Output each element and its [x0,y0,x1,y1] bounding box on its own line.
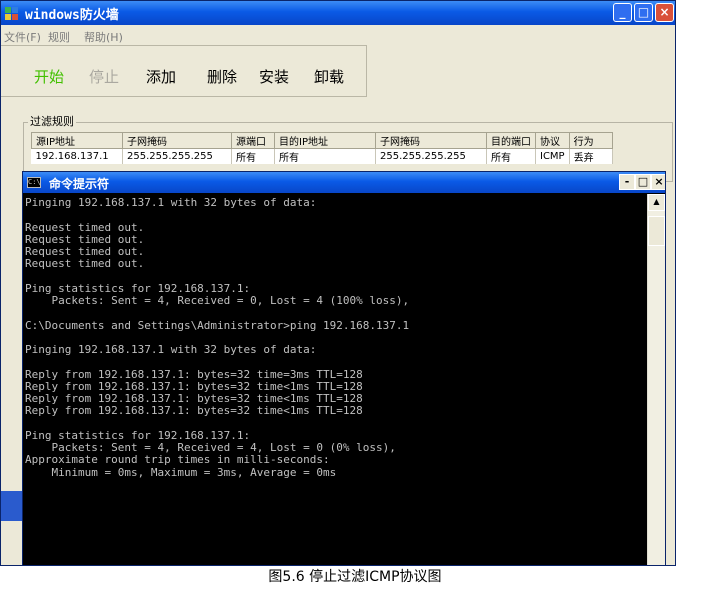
col-src-port[interactable]: 源端口 [231,132,275,149]
console-line: Pinging 192.168.137.1 with 32 bytes of d… [25,343,317,356]
menu-rules[interactable]: 规则 [48,29,70,45]
col-dst-port[interactable]: 目的端口 [486,132,536,149]
menu-bar: 文件(F) 规则 帮助(H) [1,26,675,45]
rules-group-label: 过滤规则 [28,113,76,129]
firewall-title: windows防火墙 [25,8,119,23]
cell-protocol: ICMP [535,148,570,164]
cell-action: 丢弃 [569,148,613,164]
console-line: Pinging 192.168.137.1 with 32 bytes of d… [25,196,317,209]
col-action[interactable]: 行为 [568,132,613,149]
vertical-scrollbar[interactable]: ▲ [647,194,665,565]
menu-help[interactable]: 帮助(H) [84,29,123,45]
col-dst-ip[interactable]: 目的IP地址 [274,132,376,149]
cell-dst-port: 所有 [486,148,536,164]
table-row[interactable]: 192.168.137.1 255.255.255.255 所有 所有 255.… [31,148,613,164]
menu-file[interactable]: 文件(F) [4,29,41,45]
stop-button[interactable]: 停止 [89,66,119,87]
col-src-mask[interactable]: 子网掩码 [122,132,232,149]
console-output[interactable]: Pinging 192.168.137.1 with 32 bytes of d… [25,196,645,479]
start-button[interactable]: 开始 [34,66,64,87]
console-line: Reply from 192.168.137.1: bytes=32 time=… [25,367,363,381]
console-line: Request timed out. [25,257,145,271]
toolbar: 开始 停止 添加 删除 安装 卸载 [1,45,367,97]
install-button[interactable]: 安装 [259,66,289,87]
firewall-app-icon [5,7,18,20]
background-window-fragment [1,491,23,521]
cell-src-mask: 255.255.255.255 [122,148,232,164]
cell-src-ip: 192.168.137.1 [31,148,123,164]
console-line: Minimum = 0ms, Maximum = 3ms, Average = … [25,465,337,479]
console-icon: C:\ [27,177,41,188]
maximize-button[interactable]: □ [634,3,653,22]
console-line: Approximate round trip times in milli-se… [25,453,330,467]
close-button[interactable]: × [655,3,674,22]
console-line: C:\Documents and Settings\Administrator>… [25,318,410,332]
cmd-close-button[interactable]: × [651,174,665,190]
scroll-thumb[interactable] [648,216,665,246]
console-line: Packets: Sent = 4, Received = 0, Lost = … [25,294,410,307]
cmd-window: C:\ 命令提示符 - □ × Pinging 192.168.137.1 wi… [22,171,666,566]
cmd-minimize-button[interactable]: - [619,174,635,190]
cell-dst-ip: 所有 [274,148,376,164]
minimize-button[interactable]: _ [613,3,632,22]
console-line: Reply from 192.168.137.1: bytes=32 time<… [25,404,363,418]
col-dst-mask[interactable]: 子网掩码 [375,132,487,149]
scroll-up-icon[interactable]: ▲ [648,194,665,211]
firewall-titlebar[interactable]: windows防火墙 _ □ × [1,1,675,25]
cmd-title: 命令提示符 [49,177,110,191]
add-button[interactable]: 添加 [146,66,176,87]
col-protocol[interactable]: 协议 [535,132,570,149]
cmd-maximize-button[interactable]: □ [635,174,651,190]
cell-src-port: 所有 [231,148,275,164]
delete-button[interactable]: 删除 [207,66,237,87]
uninstall-button[interactable]: 卸载 [314,66,344,87]
rules-table: 源IP地址 子网掩码 源端口 目的IP地址 子网掩码 目的端口 协议 行为 19… [31,132,613,164]
console-line: Request timed out. [25,220,145,234]
figure-caption: 图5.6 停止过滤ICMP协议图 [268,569,442,585]
col-src-ip[interactable]: 源IP地址 [31,132,123,149]
cell-dst-mask: 255.255.255.255 [375,148,487,164]
cmd-titlebar[interactable]: C:\ 命令提示符 - □ × [23,172,665,193]
